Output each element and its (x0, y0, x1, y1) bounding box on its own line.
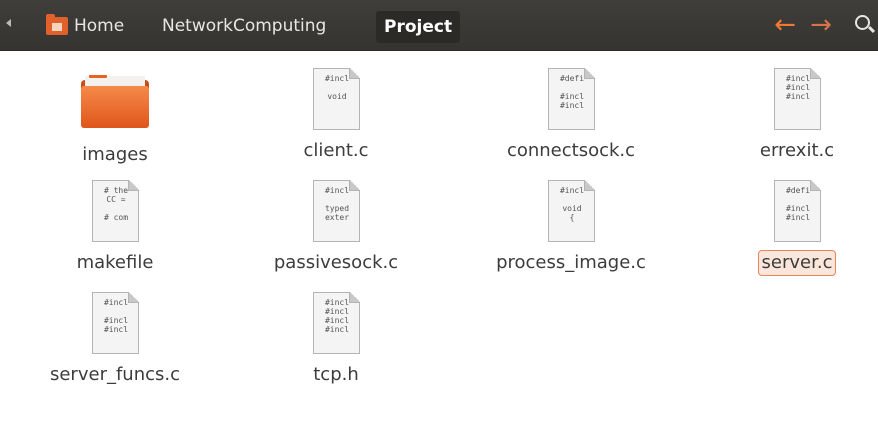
text-file-icon: #defi #incl #incl (547, 68, 595, 130)
file-label: passivesock.c (273, 252, 399, 273)
file-label-selected: server.c (757, 250, 837, 276)
breadcrumb-networkcomputing[interactable]: NetworkComputing (156, 12, 332, 40)
file-label: connectsock.c (506, 140, 636, 161)
file-item-client-c[interactable]: #incl void client.c (236, 68, 436, 164)
file-item-images[interactable]: images (15, 72, 215, 168)
text-file-icon: #incl void { (547, 180, 595, 242)
file-label: images (82, 144, 148, 165)
text-file-icon: #incl typed exter (312, 180, 360, 242)
file-item-passivesock-c[interactable]: #incl typed exter passivesock.c (236, 180, 436, 276)
arrow-right-icon: → (810, 10, 832, 40)
file-preview: #incl void (324, 74, 350, 101)
file-label: tcp.h (313, 364, 359, 385)
file-item-errexit-c[interactable]: #incl #incl #incl errexit.c (697, 68, 878, 164)
breadcrumb-project[interactable]: Project (376, 11, 461, 43)
file-item-server-c[interactable]: #defi #incl #incl server.c (697, 180, 878, 276)
file-preview: #incl typed exter (324, 186, 350, 222)
home-folder-icon (46, 14, 68, 35)
file-item-server-funcs-c[interactable]: #incl #incl #incl server_funcs.c (15, 292, 215, 388)
file-preview: #incl #incl #incl #incl (324, 298, 350, 334)
file-item-makefile[interactable]: # the CC = # com makefile (15, 180, 215, 276)
file-preview: #defi #incl #incl (785, 186, 811, 222)
scroll-left-arrow-icon[interactable] (6, 19, 11, 27)
file-preview: #defi #incl #incl (559, 74, 585, 110)
file-preview: #incl #incl #incl (103, 298, 129, 334)
text-file-icon: #defi #incl #incl (773, 180, 821, 242)
breadcrumb-home[interactable]: Home (40, 12, 130, 40)
forward-button[interactable]: → (806, 11, 836, 41)
breadcrumb-home-label: Home (74, 16, 125, 36)
search-icon[interactable] (855, 15, 870, 30)
toolbar: Home NetworkComputing Project ← → (0, 0, 878, 51)
file-label: makefile (76, 252, 154, 273)
back-button[interactable]: ← (770, 11, 800, 41)
file-label: client.c (303, 140, 369, 161)
text-file-icon: # the CC = # com (91, 180, 139, 242)
text-file-icon: #incl #incl #incl (773, 68, 821, 130)
breadcrumb-networkcomputing-label: NetworkComputing (162, 16, 327, 36)
text-file-icon: #incl #incl #incl (91, 292, 139, 354)
file-item-process-image-c[interactable]: #incl void { process_image.c (471, 180, 671, 276)
breadcrumb-project-label: Project (384, 17, 453, 37)
text-file-icon: #incl #incl #incl #incl (312, 292, 360, 354)
file-label: process_image.c (496, 252, 646, 273)
file-item-tcp-h[interactable]: #incl #incl #incl #incl tcp.h (236, 292, 436, 388)
file-preview: #incl void { (559, 186, 585, 222)
file-preview: #incl #incl #incl (785, 74, 811, 101)
file-item-connectsock-c[interactable]: #defi #incl #incl connectsock.c (471, 68, 671, 164)
arrow-left-icon: ← (774, 10, 796, 40)
file-preview: # the CC = # com (103, 186, 129, 222)
text-file-icon: #incl void (312, 68, 360, 130)
file-label: server_funcs.c (49, 364, 181, 385)
file-label: errexit.c (759, 140, 835, 161)
folder-icon (81, 72, 149, 128)
